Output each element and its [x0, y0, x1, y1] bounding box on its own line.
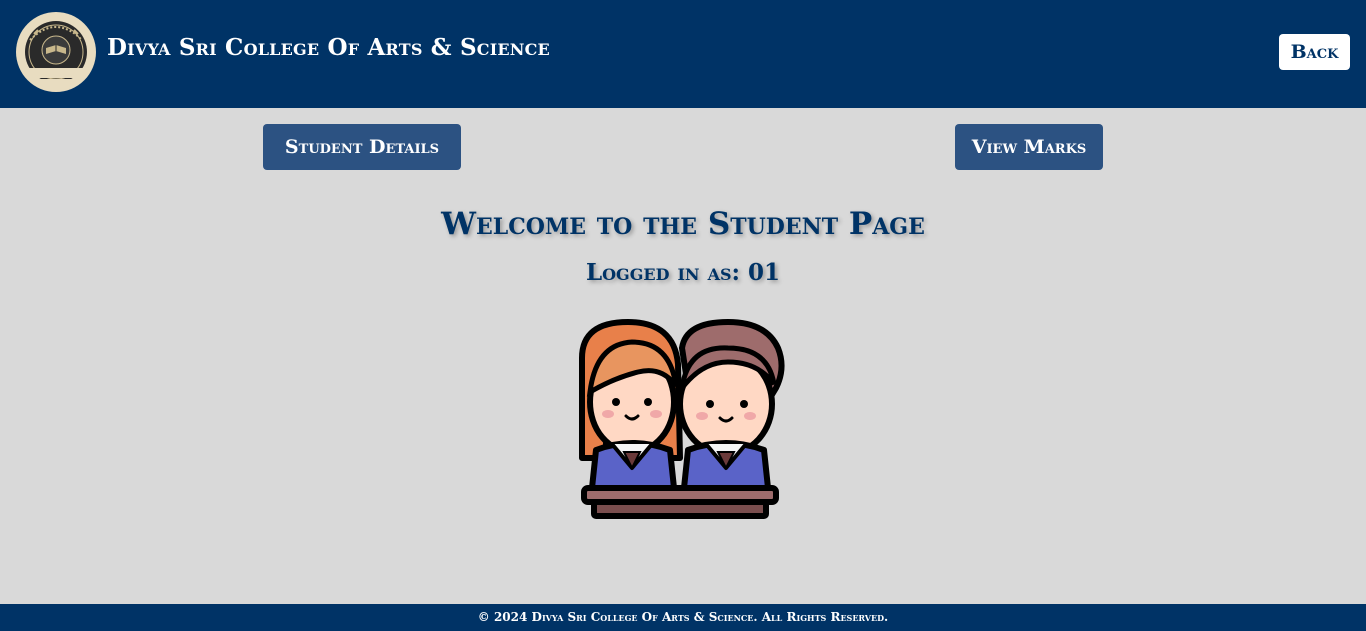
welcome-heading: Welcome to the Student Page	[441, 206, 925, 242]
college-title: Divya Sri College Of Arts & Science	[107, 34, 550, 61]
back-button[interactable]: Back	[1279, 34, 1350, 70]
college-logo-icon	[16, 12, 96, 92]
students-at-desk-icon	[579, 319, 785, 519]
student-details-button[interactable]: Student Details	[263, 124, 461, 170]
logged-in-text: Logged in as: 01	[585, 259, 781, 286]
view-marks-button[interactable]: View Marks	[955, 124, 1103, 170]
site-footer: © 2024 Divya Sri College Of Arts & Scien…	[0, 604, 1366, 631]
site-header: Divya Sri College Of Arts & Science Back	[0, 0, 1366, 108]
